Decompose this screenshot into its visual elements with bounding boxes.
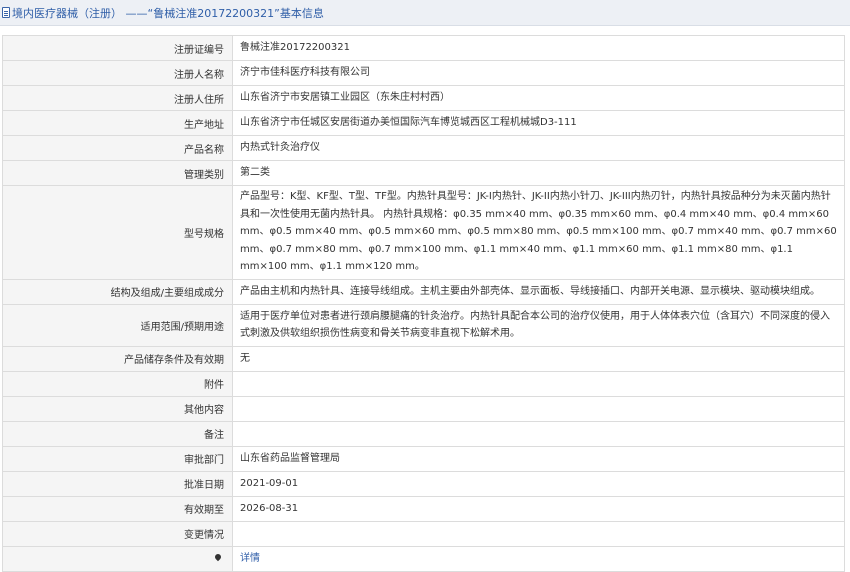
field-value: 济宁市佳科医疗科技有限公司: [232, 60, 845, 86]
field-value: [232, 370, 845, 397]
field-value: 山东省济宁市安居镇工业园区（东朱庄村村西）: [232, 85, 845, 111]
field-value: 内热式针灸治疗仪: [232, 135, 845, 161]
field-value: 鲁械注准20172200321: [232, 35, 845, 61]
field-label: 结构及组成/主要组成成分: [2, 278, 233, 305]
field-label: 注册人住所: [2, 85, 233, 111]
table-row: 注册证编号 鲁械注准20172200321: [2, 35, 845, 61]
field-label: 产品名称: [2, 135, 233, 161]
field-value: 产品由主机和内热针具、连接导线组成。主机主要由外部壳体、显示面板、导线接插口、内…: [232, 278, 845, 305]
field-value: 产品型号：K型、KF型、T型、TF型。内热针具型号：JK-I内热针、JK-II内…: [232, 185, 845, 280]
field-value: 山东省济宁市任城区安居街道办美恒国际汽车博览城西区工程机械城D3-111: [232, 110, 845, 136]
table-row: 产品储存条件及有效期 无: [2, 345, 845, 372]
field-value: [232, 520, 845, 547]
table-row: 注册人名称 济宁市佳科医疗科技有限公司: [2, 60, 845, 86]
field-value: 适用于医疗单位对患者进行颈肩腰腿痛的针灸治疗。内热针具配合本公司的治疗仪使用，用…: [232, 303, 845, 347]
page-header: 境内医疗器械（注册） ——“鲁械注准20172200321”基本信息: [0, 0, 850, 26]
field-value: [232, 420, 845, 447]
field-label: 型号规格: [2, 185, 233, 280]
field-label: 生产地址: [2, 110, 233, 136]
field-value: 山东省药品监督管理局: [232, 445, 845, 472]
table-row: 产品名称 内热式针灸治疗仪: [2, 135, 845, 161]
field-label: 注册人名称: [2, 60, 233, 86]
table-row: 适用范围/预期用途 适用于医疗单位对患者进行颈肩腰腿痛的针灸治疗。内热针具配合本…: [2, 303, 845, 347]
field-label: 有效期至: [2, 495, 233, 522]
field-value: [232, 395, 845, 422]
field-label: 附件: [2, 370, 233, 397]
field-label: 备注: [2, 420, 233, 447]
table-row: 结构及组成/主要组成成分 产品由主机和内热针具、连接导线组成。主机主要由外部壳体…: [2, 278, 845, 305]
field-label: 变更情况: [2, 520, 233, 547]
table-row: 变更情况: [2, 520, 845, 547]
table-row: 注册人住所 山东省济宁市安居镇工业园区（东朱庄村村西）: [2, 85, 845, 111]
field-value: 2026-08-31: [232, 495, 845, 522]
table-row: 附件: [2, 370, 845, 397]
location-pin-icon: [213, 553, 223, 562]
field-label: 注册证编号: [2, 35, 233, 61]
field-label: 其他内容: [2, 395, 233, 422]
field-label: 适用范围/预期用途: [2, 303, 233, 347]
details-link[interactable]: 详情: [240, 553, 260, 564]
field-label: 产品储存条件及有效期: [2, 345, 233, 372]
table-row: 有效期至 2026-08-31: [2, 495, 845, 522]
table-row: 管理类别 第二类: [2, 160, 845, 186]
field-value: 2021-09-01: [232, 470, 845, 497]
table-row: 型号规格 产品型号：K型、KF型、T型、TF型。内热针具型号：JK-I内热针、J…: [2, 185, 845, 280]
field-label: 管理类别: [2, 160, 233, 186]
table-row: 其他内容: [2, 395, 845, 422]
footer-label: [2, 545, 233, 572]
page-title: 境内医疗器械（注册） ——“鲁械注准20172200321”基本信息: [12, 6, 324, 20]
field-value: 无: [232, 345, 845, 372]
table-row: 生产地址 山东省济宁市任城区安居街道办美恒国际汽车博览城西区工程机械城D3-11…: [2, 110, 845, 136]
table-row: 详情: [2, 545, 845, 572]
table-row: 审批部门 山东省药品监督管理局: [2, 445, 845, 472]
field-label: 批准日期: [2, 470, 233, 497]
field-label: 审批部门: [2, 445, 233, 472]
document-icon: [2, 7, 10, 18]
field-value: 第二类: [232, 160, 845, 186]
basic-info-table: 注册证编号 鲁械注准20172200321 注册人名称 济宁市佳科医疗科技有限公…: [2, 35, 845, 572]
table-row: 批准日期 2021-09-01: [2, 470, 845, 497]
footer-value: 详情: [232, 545, 845, 572]
table-row: 备注: [2, 420, 845, 447]
